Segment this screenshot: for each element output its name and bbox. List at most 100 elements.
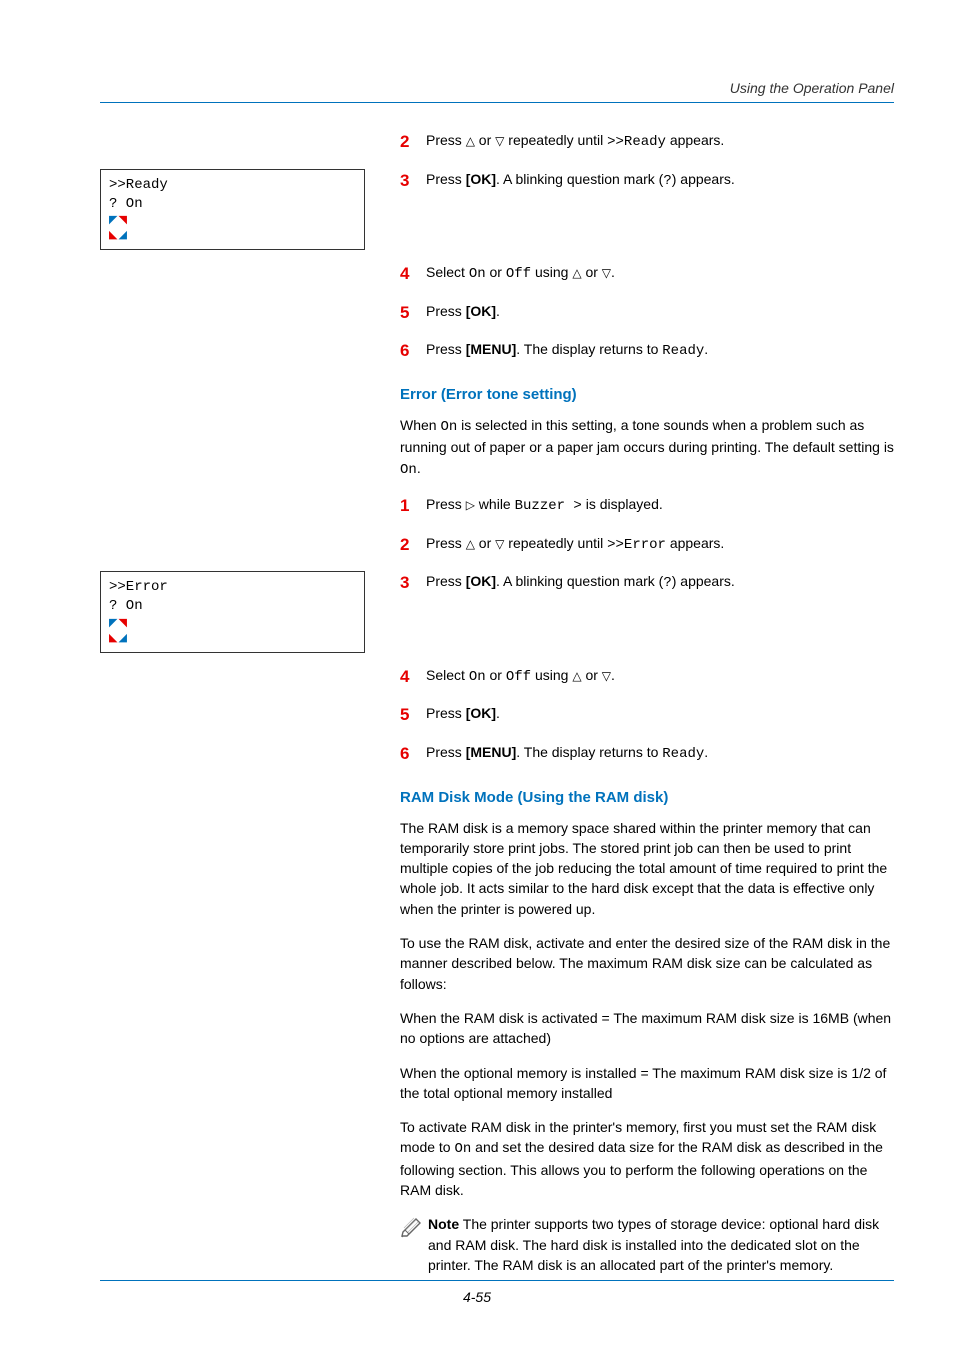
display-value: >>Ready [607,134,666,150]
step-number: 4 [400,262,426,287]
text: is displayed. [582,496,663,512]
error-step6: 6 Press [MENU]. The display returns to R… [400,742,894,767]
option-on: On [440,419,457,435]
callout-line2: ? On [109,597,356,616]
key-menu: [MENU] [466,744,517,760]
text: . A blinking question mark ( [496,171,663,187]
text: Select [426,264,469,280]
option-on: On [469,669,486,685]
arrow-ne-icon: ◥ [119,617,126,629]
step-number: 6 [400,742,426,767]
text: or [486,264,506,280]
groupA-step3: 3 Press [OK]. A blinking question mark (… [400,169,894,194]
option-off: Off [506,669,531,685]
section-title-ram: RAM Disk Mode (Using the RAM disk) [400,789,894,806]
display-ready: Ready [662,746,704,762]
arrow-se-icon: ◢ [119,632,126,644]
text: while [475,496,515,512]
triangle-down-icon [495,132,504,148]
text: or [475,535,495,551]
error-step1: 1 Press while Buzzer > is displayed. [400,494,894,519]
note-block: Note The printer supports two types of s… [400,1214,894,1275]
display-value: >>Error [607,537,666,553]
display-value: Buzzer > [515,498,582,514]
arrow-nw-icon: ◤ [109,617,116,629]
text: or [475,132,495,148]
option-off: Off [506,266,531,282]
arrow-nw-icon: ◤ [109,214,116,226]
text: . [611,264,615,280]
error-intro: When On is selected in this setting, a t… [400,415,894,480]
display-callout-error: >>Error ? On ◤ ◥ ◣ ◢ [100,571,365,652]
groupA-step6: 6 Press [MENU]. The display returns to R… [400,339,894,364]
display-callout-ready: >>Ready ? On ◤ ◥ ◣ ◢ [100,169,365,250]
error-step2: 2 Press or repeatedly until >>Error appe… [400,533,894,558]
text: . A blinking question mark ( [496,573,663,589]
text: appears. [666,132,724,148]
footer-rule [100,1280,894,1281]
text: . [496,303,500,319]
triangle-up-icon [466,132,475,148]
text: Press [426,535,466,551]
step-number: 3 [400,169,426,194]
option-on: On [454,1141,471,1157]
text: ) appears. [672,573,735,589]
text: Press [426,744,466,760]
groupA-step5: 5 Press [OK]. [400,301,894,326]
text: or [582,667,602,683]
text: and set the desired data size for the RA… [400,1139,883,1198]
option-on: On [469,266,486,282]
error-step4: 4 Select On or Off using or . [400,665,894,690]
arrow-sw-icon: ◣ [109,632,116,644]
question-mark: ? [663,173,671,189]
text: When [400,417,440,433]
ram-p1: The RAM disk is a memory space shared wi… [400,818,894,919]
step-number: 6 [400,339,426,364]
text: . [704,744,708,760]
arrow-ne-icon: ◥ [119,214,126,226]
text: is selected in this setting, a tone soun… [400,417,894,455]
text: using [531,667,572,683]
triangle-up-icon [466,535,475,551]
callout-line2: ? On [109,195,356,214]
arrow-sw-icon: ◣ [109,229,116,241]
key-ok: [OK] [466,573,496,589]
callout-line1: >>Error [109,578,356,597]
text: Press [426,303,466,319]
ram-p2: To use the RAM disk, activate and enter … [400,933,894,994]
text: . The display returns to [516,341,662,357]
ram-p3: When the RAM disk is activated = The max… [400,1008,894,1049]
triangle-down-icon [602,264,611,280]
triangle-up-icon [572,264,581,280]
text: Press [426,341,466,357]
key-ok: [OK] [466,303,496,319]
triangle-right-icon [466,496,475,512]
step-number: 3 [400,571,426,596]
question-mark: ? [663,575,671,591]
note-label: Note [428,1216,459,1232]
error-step5: 5 Press [OK]. [400,703,894,728]
text: repeatedly until [504,132,607,148]
step-number: 4 [400,665,426,690]
text: or [486,667,506,683]
ram-p5: To activate RAM disk in the printer's me… [400,1117,894,1200]
text: Press [426,573,466,589]
groupA-step4: 4 Select On or Off using or . [400,262,894,287]
step-number: 5 [400,703,426,728]
section-title-error: Error (Error tone setting) [400,386,894,403]
triangle-up-icon [572,667,581,683]
step-number: 1 [400,494,426,519]
header-section-title: Using the Operation Panel [730,80,894,96]
text: repeatedly until [504,535,607,551]
text: or [582,264,602,280]
text: . [611,667,615,683]
text: ) appears. [672,171,735,187]
display-ready: Ready [662,343,704,359]
note-icon [400,1214,428,1275]
ram-p4: When the optional memory is installed = … [400,1063,894,1104]
text: appears. [666,535,724,551]
text: . [496,705,500,721]
text: . [704,341,708,357]
error-step3: 3 Press [OK]. A blinking question mark (… [400,571,894,596]
groupA-step2: 2 Press or repeatedly until >>Ready appe… [400,130,894,155]
